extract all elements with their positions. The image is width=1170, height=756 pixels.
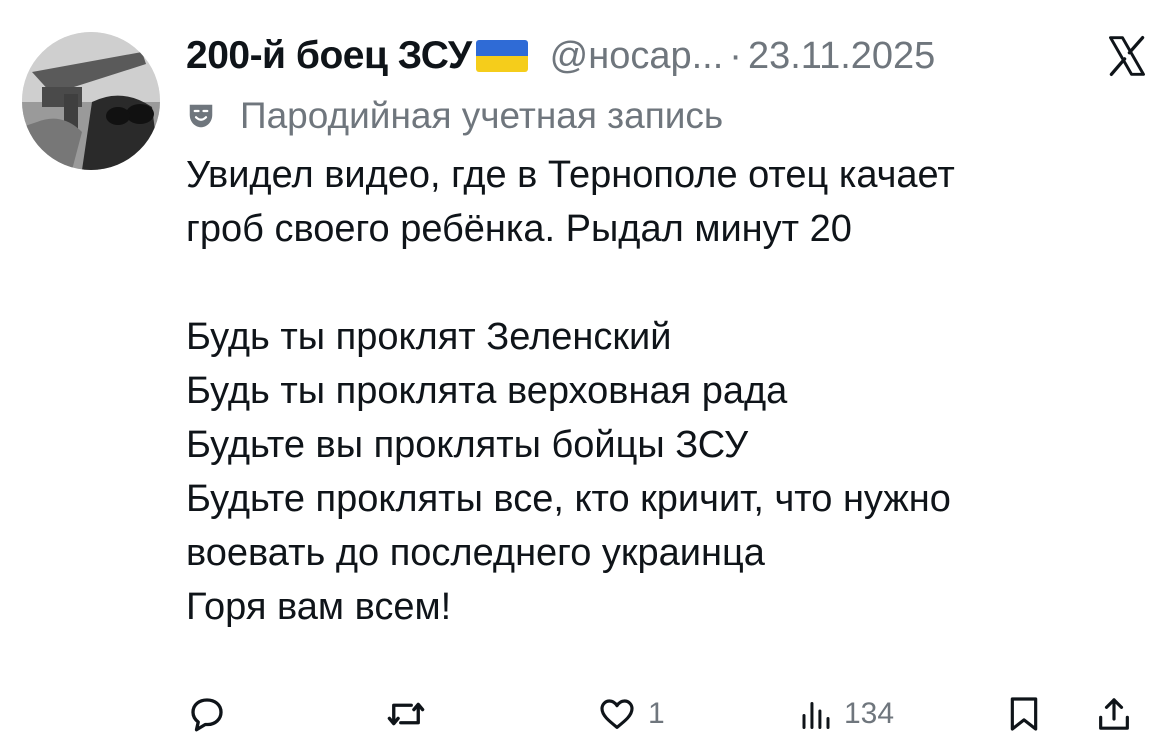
theater-mask-icon — [189, 104, 213, 128]
x-logo-icon — [1109, 36, 1145, 76]
post-header: 200-й боец ЗСУ @носар... · 23.11.2025 — [186, 26, 1150, 86]
post-text: Увидел видео, где в Тернополе отец качае… — [186, 154, 955, 628]
avatar-image — [22, 32, 160, 170]
repost-icon — [387, 702, 425, 726]
avatar[interactable] — [22, 32, 160, 170]
views-count: 134 — [844, 697, 895, 730]
views-icon — [802, 702, 830, 729]
parody-label-text: Пародийная учетная запись — [240, 95, 724, 136]
like-count: 1 — [648, 697, 665, 730]
like-icon — [600, 699, 634, 729]
reply-button[interactable] — [186, 688, 228, 740]
like-button[interactable]: 1 — [596, 688, 665, 740]
views-button[interactable]: 134 — [798, 688, 894, 740]
display-name[interactable]: 200-й боец ЗСУ — [186, 34, 472, 78]
reply-icon — [191, 698, 223, 732]
share-icon — [1099, 698, 1129, 730]
post-date[interactable]: 23.11.2025 — [748, 35, 935, 78]
share-button[interactable] — [1094, 688, 1134, 740]
action-bar: 1 134 — [186, 688, 1146, 740]
ukraine-flag-icon — [475, 40, 528, 72]
bookmark-button[interactable] — [1004, 688, 1044, 740]
repost-button[interactable] — [384, 688, 428, 740]
bookmark-icon — [1010, 697, 1038, 731]
parody-account-label: Пародийная учетная запись — [186, 92, 723, 140]
user-handle[interactable]: @носар... — [550, 35, 724, 78]
separator-dot: · — [729, 34, 742, 77]
